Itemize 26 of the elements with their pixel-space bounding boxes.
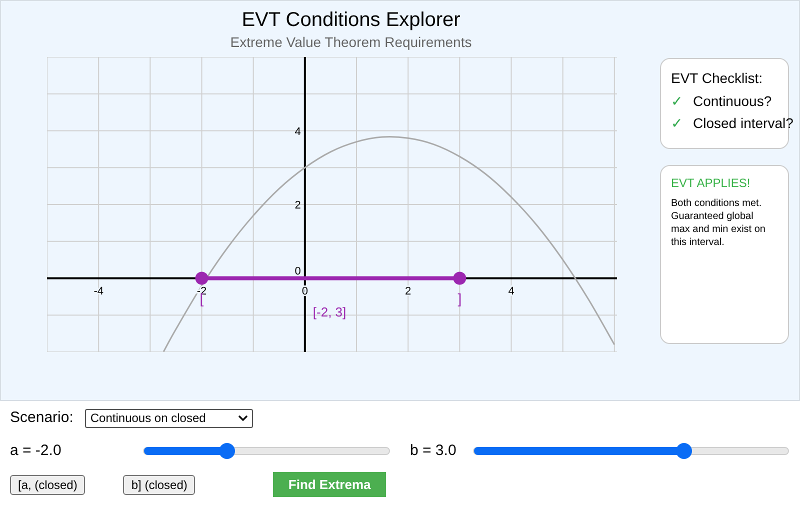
x-tick-label: -4 xyxy=(94,285,104,298)
app-title: EVT Conditions Explorer xyxy=(240,8,460,32)
app-subtitle: Extreme Value Theorem Requirements xyxy=(229,33,472,52)
status-text: Both conditions met. Guaranteed global max and min exist on this interval. xyxy=(671,197,766,249)
scenario-dropdown[interactable]: Continuous on closed xyxy=(85,408,254,428)
y-tick-label: 2 xyxy=(294,200,301,212)
slider-label: a = -2.0 xyxy=(10,440,62,460)
slider-thumb[interactable] xyxy=(219,442,236,459)
slider-thumb[interactable] xyxy=(676,442,692,459)
right-bracket: ] xyxy=(458,290,462,306)
interval-label: [-2, 3] xyxy=(312,304,346,320)
check-icon: ✓ xyxy=(671,114,683,132)
check-icon: ✓ xyxy=(671,92,683,110)
status-title: EVT APPLIES! xyxy=(671,175,752,191)
y-tick-label: 4 xyxy=(294,126,301,138)
slider-label: b = 3.0 xyxy=(410,440,458,460)
x-tick-label: 4 xyxy=(508,285,514,298)
x-tick-label: 2 xyxy=(405,285,412,298)
chevron-icon xyxy=(238,414,248,422)
scenario-label: Scenario: xyxy=(10,408,74,428)
checklist-item: Closed interval? xyxy=(693,114,794,132)
y-tick-label: 0 xyxy=(294,265,301,278)
endpoint-toggle-button[interactable]: [a, (closed) xyxy=(10,474,86,494)
checklist-item: Continuous? xyxy=(693,92,772,110)
endpoint-toggle-button[interactable]: b] (closed) xyxy=(123,474,196,494)
checklist-title: EVT Checklist: xyxy=(671,69,764,88)
